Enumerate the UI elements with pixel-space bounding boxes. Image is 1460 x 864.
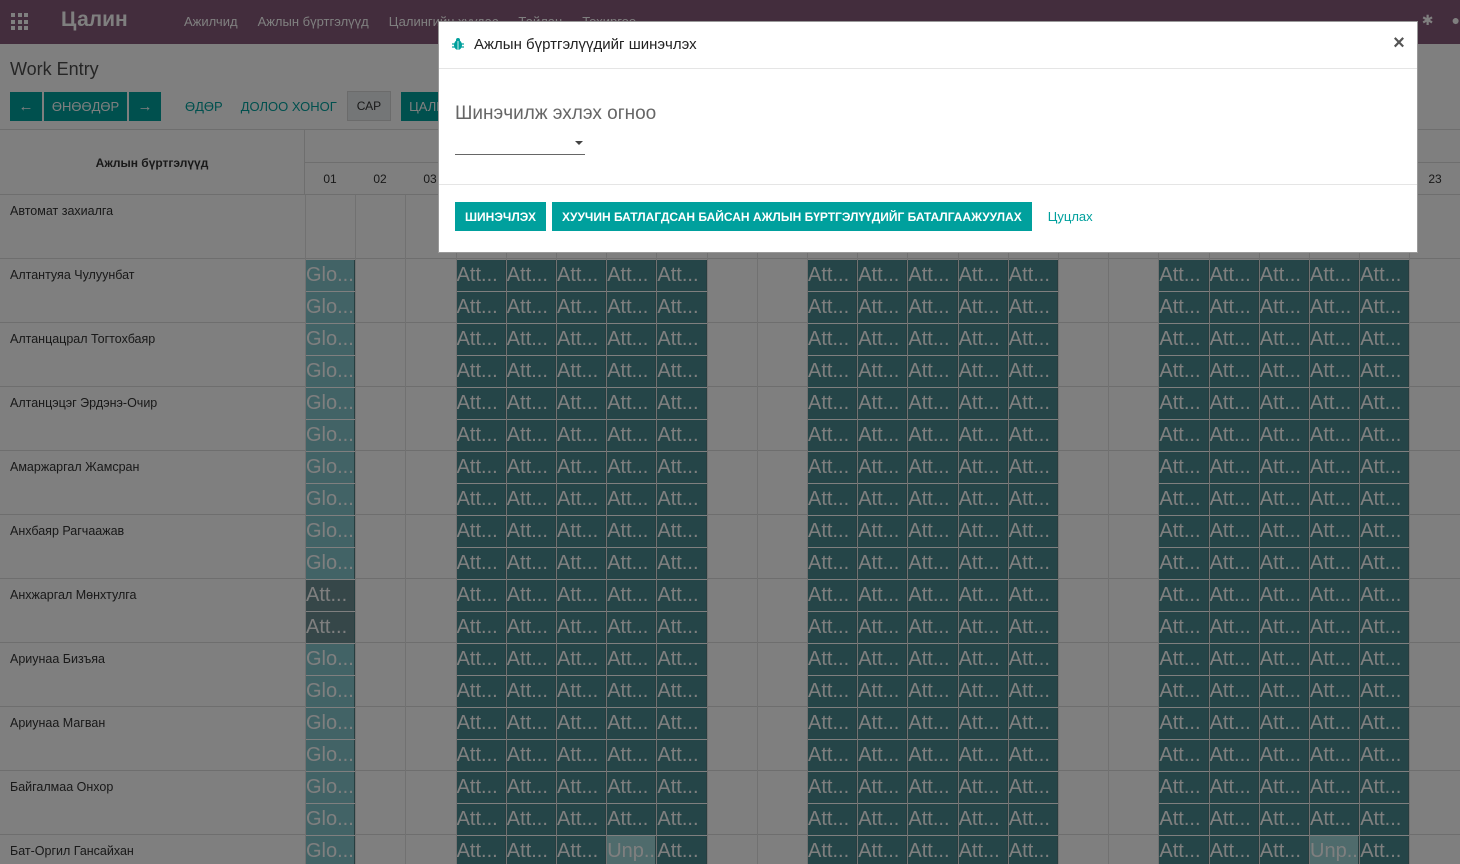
dialog-header: Ажлын бүртгэлүүдийг шинэчлэх ×: [439, 22, 1417, 69]
date-from-label: Шинэчилж эхлэх огноо: [455, 103, 657, 124]
date-from-select[interactable]: [455, 133, 585, 155]
regenerate-button[interactable]: ШИНЭЧЛЭХ: [455, 202, 546, 231]
chevron-down-icon: [575, 141, 583, 145]
close-icon[interactable]: ×: [1389, 32, 1409, 55]
regenerate-work-entries-dialog: Ажлын бүртгэлүүдийг шинэчлэх × Шинэчилж …: [438, 21, 1418, 253]
dialog-title: Ажлын бүртгэлүүдийг шинэчлэх: [474, 36, 697, 53]
dialog-body: Шинэчилж эхлэх огноо: [439, 69, 1417, 185]
dialog-footer: ШИНЭЧЛЭХ ХУУЧИН БАТЛАГДСАН БАЙСАН АЖЛЫН …: [455, 202, 1093, 231]
validate-old-entries-button[interactable]: ХУУЧИН БАТЛАГДСАН БАЙСАН АЖЛЫН БҮРТГЭЛҮҮ…: [551, 202, 1032, 231]
bug-icon: [452, 38, 464, 50]
cancel-button[interactable]: Цуцлах: [1048, 209, 1093, 224]
